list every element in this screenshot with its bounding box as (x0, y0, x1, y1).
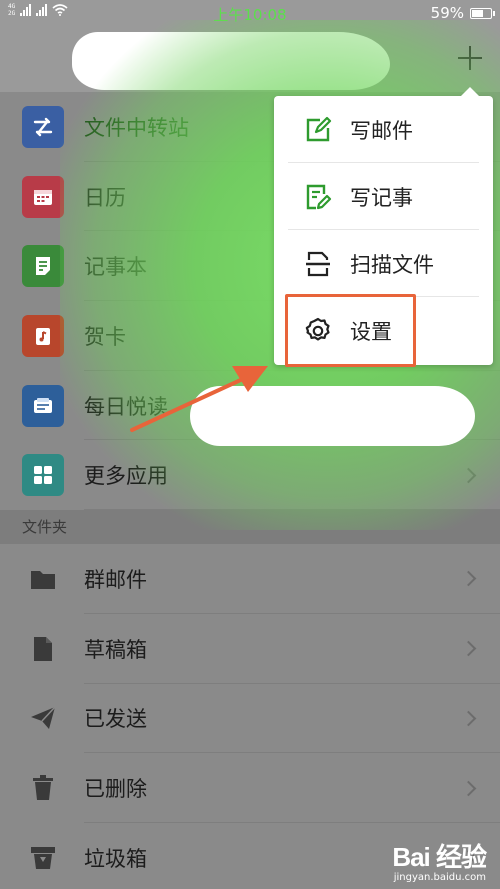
sent-icon (28, 703, 58, 733)
notepad-icon (22, 245, 64, 288)
chevron-right-icon (460, 710, 477, 727)
more-apps-icon (22, 454, 64, 497)
app-list-item-label: 贺卡 (84, 324, 126, 349)
menu-item-compose-mail[interactable]: 写邮件 (274, 96, 493, 163)
app-list-item[interactable]: 更多应用 (0, 440, 500, 511)
menu-item-label: 写邮件 (350, 118, 413, 143)
menu-item-write-note[interactable]: 写记事 (274, 163, 493, 230)
menu-item-scan-file[interactable]: 扫描文件 (274, 230, 493, 297)
drafts-icon (28, 634, 58, 664)
divider (84, 509, 500, 511)
folder-list-item[interactable]: 已发送 (0, 683, 500, 754)
folder-list-item-label: 垃圾箱 (84, 846, 147, 871)
folder-list-item[interactable]: 已删除 (0, 753, 500, 823)
chevron-right-icon (460, 571, 477, 587)
app-list-item-label: 文件中转站 (84, 115, 189, 140)
baidu-watermark: Bai 经验 jingyan.baidu.com (392, 837, 487, 883)
scan-file-icon (304, 250, 332, 278)
trash-icon (28, 773, 58, 803)
folder-list-item[interactable]: 草稿箱 (0, 613, 500, 684)
battery-status: 59% (430, 4, 495, 22)
app-list-item-label: 记事本 (84, 255, 147, 280)
folder-list-item-label: 已删除 (84, 777, 147, 802)
watermark-url: jingyan.baidu.com (393, 872, 486, 883)
spam-icon (28, 843, 58, 873)
add-icon[interactable] (458, 46, 482, 70)
file-transfer-icon (22, 105, 64, 148)
write-note-icon (304, 183, 332, 211)
menu-item-label: 扫描文件 (350, 252, 434, 277)
folder-list-item-label: 草稿箱 (84, 637, 147, 662)
status-bar: 4G 2G 上午10:08 59% (0, 0, 500, 26)
app-list-item-label: 日历 (84, 185, 126, 210)
watermark-logo: Bai 经验 (392, 842, 487, 872)
battery-icon (470, 7, 495, 19)
battery-percent: 59% (430, 4, 464, 22)
compose-mail-icon (304, 116, 332, 144)
menu-item-label: 写记事 (350, 185, 413, 210)
folders-section-title: 文件夹 (0, 510, 500, 545)
daily-reading-icon (22, 384, 64, 427)
folder-list-item-label: 已发送 (84, 707, 147, 732)
app-header (0, 26, 500, 92)
redacted-account-name (72, 32, 390, 90)
calendar-icon (22, 175, 64, 218)
group-mail-icon (28, 564, 58, 594)
clock: 上午10:08 (213, 6, 287, 24)
app-list-item-label: 每日悦读 (84, 394, 168, 419)
folder-list-item-label: 群邮件 (84, 567, 147, 592)
settings-highlight-box (285, 294, 416, 367)
app-list-item-label: 更多应用 (84, 464, 168, 489)
folder-list-item[interactable]: 群邮件 (0, 544, 500, 614)
chevron-right-icon (460, 467, 477, 484)
chevron-right-icon (460, 640, 477, 657)
redacted-area (190, 386, 475, 446)
greeting-card-icon (22, 314, 64, 357)
chevron-right-icon (460, 780, 477, 796)
